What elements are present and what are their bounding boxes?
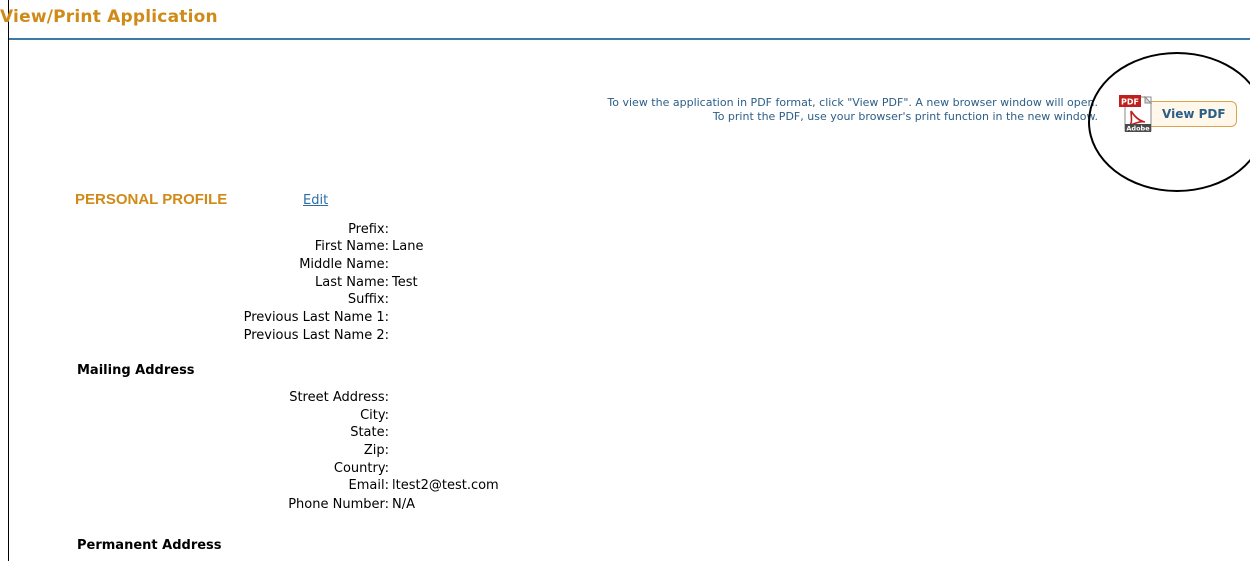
field-value: Test — [392, 275, 418, 290]
field-label: State: — [350, 425, 389, 440]
adobe-pdf-icon[interactable]: PDF Adobe — [1117, 93, 1155, 133]
field-country: Country: — [0, 460, 392, 477]
field-city: City: — [0, 407, 392, 424]
field-previous-last-name-1: Previous Last Name 1: — [0, 309, 392, 326]
field-label: First Name: — [314, 239, 389, 254]
field-label: Suffix: — [347, 292, 389, 307]
field-label: Email: — [348, 478, 389, 493]
permanent-address-heading: Permanent Address — [77, 538, 222, 553]
field-value: Lane — [392, 239, 424, 254]
pdf-instruction-line-2: To print the PDF, use your browser's pri… — [712, 110, 1098, 123]
field-value: N/A — [392, 497, 415, 512]
personal-profile-heading: PERSONAL PROFILE — [75, 191, 228, 208]
title-divider — [9, 38, 1250, 40]
field-label: Zip: — [363, 443, 389, 458]
adobe-caption-text: Adobe — [1126, 125, 1150, 133]
field-zip: Zip: — [0, 442, 392, 459]
field-state: State: — [0, 424, 392, 441]
field-prefix: Prefix: — [0, 221, 392, 238]
pdf-instruction-line-1: To view the application in PDF format, c… — [607, 96, 1098, 109]
field-label: Middle Name: — [299, 257, 389, 272]
field-label: Street Address: — [289, 390, 389, 405]
field-label: Country: — [333, 461, 389, 476]
field-suffix: Suffix: — [0, 291, 392, 308]
field-label: Prefix: — [348, 222, 389, 237]
mailing-address-heading: Mailing Address — [77, 363, 195, 378]
field-value: ltest2@test.com — [392, 478, 499, 493]
field-street-address: Street Address: — [0, 389, 392, 406]
field-label: Previous Last Name 1: — [243, 310, 389, 325]
edit-profile-link[interactable]: Edit — [303, 193, 328, 208]
page-title: View/Print Application — [0, 7, 218, 27]
field-label: Phone Number: — [288, 497, 389, 512]
field-label: City: — [360, 408, 389, 423]
field-middle-name: Middle Name: — [0, 256, 392, 273]
field-label: Previous Last Name 2: — [243, 328, 389, 343]
pdf-badge-text: PDF — [1121, 98, 1139, 107]
pdf-instructions: To view the application in PDF format, c… — [607, 96, 1098, 124]
field-email: Email: ltest2@test.com — [0, 477, 499, 494]
field-first-name: First Name: Lane — [0, 238, 424, 255]
field-phone-number: Phone Number: N/A — [0, 496, 415, 513]
field-last-name: Last Name: Test — [0, 274, 418, 291]
field-label: Last Name: — [315, 275, 389, 290]
field-previous-last-name-2: Previous Last Name 2: — [0, 327, 392, 344]
